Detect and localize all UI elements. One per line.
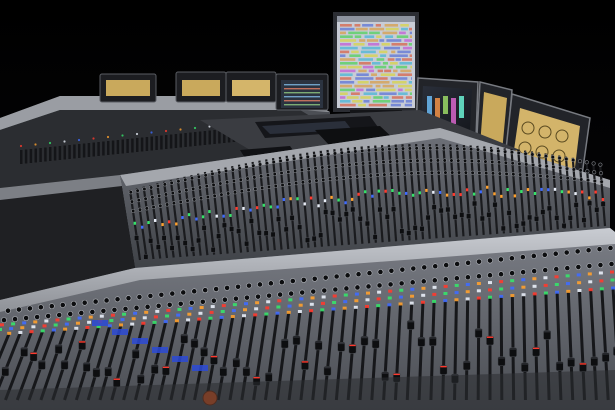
daw-monitor [333, 12, 419, 120]
console-photo [0, 0, 615, 410]
